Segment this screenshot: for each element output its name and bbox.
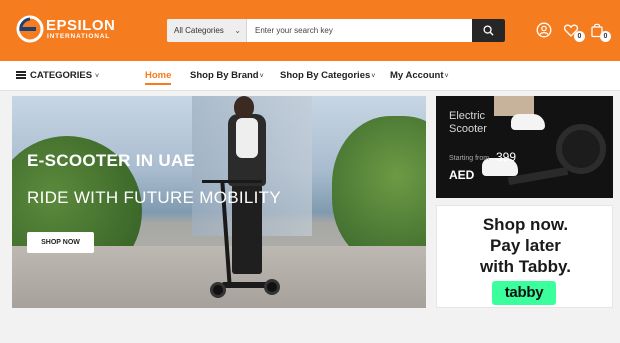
brand-logo[interactable]: EPSILON INTERNATIONAL [16, 14, 126, 44]
main-navigation: CATEGORIES ˅ Home Shop By Brand˅ Shop By… [0, 61, 620, 91]
hero-subheadline: RIDE WITH FUTURE MOBILITY [27, 188, 281, 207]
promo-starting-label: Starting from [449, 155, 490, 162]
search-button[interactable] [472, 19, 505, 42]
nav-home-label: Home [145, 70, 172, 81]
categories-menu[interactable]: CATEGORIES ˅ [16, 70, 99, 81]
menu-icon [16, 71, 26, 79]
category-select[interactable]: All Categories ⌄ [167, 19, 247, 42]
hero-scooter-wheel [264, 279, 280, 295]
hero-background-tree [332, 116, 426, 266]
top-header: EPSILON INTERNATIONAL All Categories ⌄ 0 [0, 0, 620, 61]
promo-price: 399 [496, 150, 517, 164]
tabby-promo-text: Shop now. Pay later with Tabby. [437, 214, 614, 277]
brand-name: EPSILON [46, 17, 116, 34]
chevron-down-icon: ⌄ [234, 26, 241, 35]
promo-rider-leg [494, 96, 534, 116]
chevron-down-icon: ˅ [93, 73, 100, 80]
account-button[interactable] [536, 22, 552, 38]
search-icon [483, 25, 494, 36]
chevron-down-icon: ˅ [444, 73, 449, 80]
hero-banner[interactable]: E-SCOOTER IN UAE RIDE WITH FUTURE MOBILI… [12, 96, 426, 308]
promo-currency: AED [449, 168, 475, 182]
promo-sneaker [511, 114, 545, 130]
nav-my-account[interactable]: My Account˅ [390, 70, 449, 81]
categories-label: CATEGORIES [30, 70, 93, 81]
tabby-line-1: Shop now. [482, 215, 569, 234]
chevron-down-icon: ˅ [259, 73, 264, 80]
user-icon [536, 22, 552, 38]
promo-scooter-title-line2: Scooter [449, 123, 487, 135]
nav-home[interactable]: Home [145, 70, 172, 85]
brand-tagline: INTERNATIONAL [47, 33, 110, 40]
promo-scooter-title-line1: Electric [449, 110, 486, 122]
promo-electric-scooter[interactable]: Electric Scooter Starting from 399 AED [436, 96, 613, 198]
hero-rider-shirt [236, 118, 258, 158]
category-select-value: All Categories [174, 26, 224, 35]
tabby-line-2: Pay later [490, 236, 561, 255]
nav-shop-by-brand[interactable]: Shop By Brand˅ [190, 70, 264, 81]
hero-rider-head [234, 96, 254, 118]
promo-scooter-title: Electric Scooter [449, 110, 487, 136]
hero-headline: E-SCOOTER IN UAE [27, 151, 196, 170]
cart-button[interactable]: 0 [589, 22, 611, 42]
chevron-down-icon: ˅ [371, 73, 376, 80]
search-input[interactable] [248, 19, 472, 42]
nav-shop-by-brand-label: Shop By Brand [190, 70, 259, 81]
nav-shop-by-categories[interactable]: Shop By Categories˅ [280, 70, 375, 81]
tabby-line-3: with Tabby. [480, 257, 571, 276]
wishlist-count-badge: 0 [574, 31, 585, 42]
nav-my-account-label: My Account [390, 70, 444, 81]
shop-now-button[interactable]: SHOP NOW [27, 232, 94, 253]
wishlist-button[interactable]: 0 [563, 22, 585, 42]
promo-tabby[interactable]: Shop now. Pay later with Tabby. tabby [436, 205, 613, 308]
search-bar: All Categories ⌄ [167, 19, 505, 42]
tabby-logo: tabby [492, 281, 556, 305]
hero-scooter-handlebar [202, 180, 262, 183]
cart-count-badge: 0 [600, 31, 611, 42]
hero-background-pavement [12, 246, 426, 308]
hero-scooter-wheel [210, 282, 226, 298]
logo-mark-icon [16, 15, 44, 43]
nav-shop-by-categories-label: Shop By Categories [280, 70, 371, 81]
